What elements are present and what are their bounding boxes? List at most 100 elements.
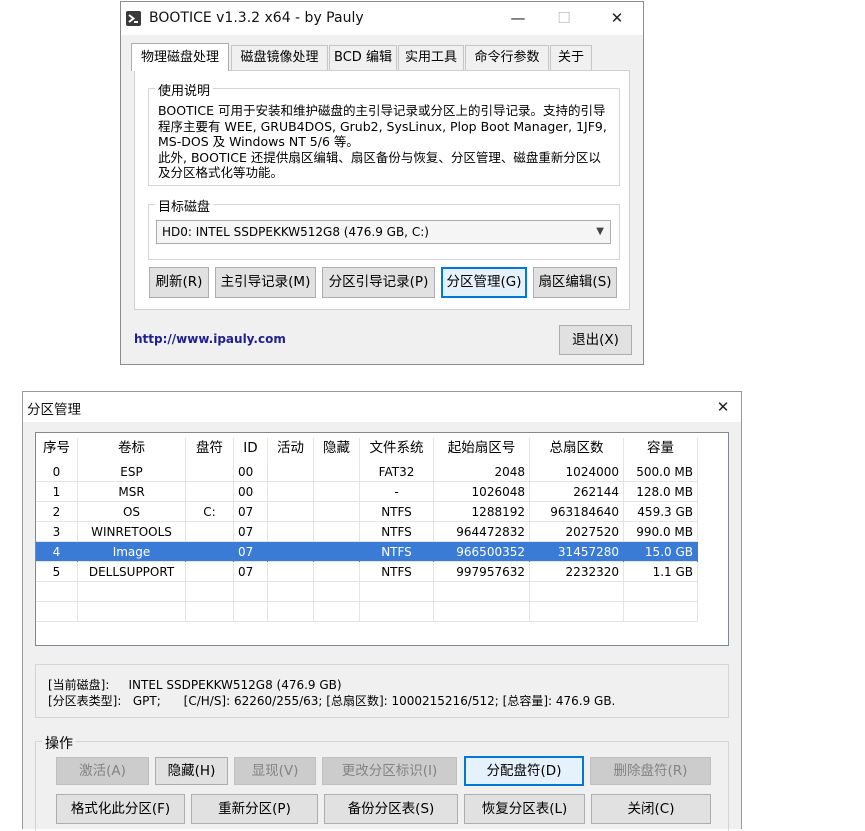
cell-label: ESP (78, 462, 186, 482)
cell-capacity: 15.0 GB (624, 542, 698, 562)
activate-button: 激活(A) (56, 757, 149, 785)
title-bar[interactable]: BOOTICE v1.3.2 x64 - by Pauly — ☐ ✕ (121, 2, 643, 35)
pm-window-title: 分区管理 (27, 402, 81, 418)
table-row[interactable]: 1 MSR 00 -1026048 262144 128.0 MB (36, 482, 698, 502)
pm-close-icon[interactable]: ✕ (703, 392, 743, 422)
show-button: 显现(V) (234, 757, 316, 785)
target-disk-title: 目标磁盘 (155, 196, 214, 215)
cell-letter (186, 522, 234, 542)
table-row[interactable]: 0 ESP 00 FAT32 2048 1024000 500.0 MB (36, 462, 698, 482)
sector-edit-button[interactable]: 扇区编辑(S) (533, 267, 617, 298)
col-id[interactable]: ID (234, 438, 268, 462)
current-disk-info: [当前磁盘]: INTEL SSDPEKKW512G8 (476.9 GB) (48, 678, 342, 692)
remove-letter-button: 删除盘符(R) (590, 757, 711, 785)
close-dialog-button[interactable]: 关闭(C) (591, 794, 711, 824)
window-title: BOOTICE v1.3.2 x64 - by Pauly (149, 10, 364, 26)
cell-label (78, 602, 186, 622)
cell-label: OS (78, 502, 186, 522)
tab-utilities[interactable]: 实用工具 (398, 45, 464, 70)
cell-start-sector: 1026048 (434, 482, 530, 502)
cell-label: MSR (78, 482, 186, 502)
hide-button[interactable]: 隐藏(H) (155, 757, 228, 785)
col-letter[interactable]: 盘符 (186, 438, 234, 462)
cell-total-sectors: 262144 (530, 482, 624, 502)
cell-label: DELLSUPPORT (78, 562, 186, 582)
col-filesystem[interactable]: 文件系统 (360, 438, 434, 462)
partition-manage-button[interactable]: 分区管理(G) (441, 267, 527, 298)
cell-total-sectors: 2232320 (530, 562, 624, 582)
cell-letter (186, 482, 234, 502)
cell-total-sectors (530, 582, 624, 602)
cell-filesystem: NTFS (360, 502, 434, 522)
cell-hidden (314, 562, 360, 582)
backup-table-button[interactable]: 备份分区表(S) (324, 794, 458, 824)
pm-title-bar[interactable]: 分区管理 ✕ (23, 392, 741, 422)
cell-hidden (314, 462, 360, 482)
cell-label: WINRETOOLS (78, 522, 186, 542)
col-hidden[interactable]: 隐藏 (314, 438, 360, 462)
cell-index (36, 602, 78, 622)
cell-id (234, 582, 268, 602)
table-row[interactable]: 5 DELLSUPPORT 07 NTFS 997957632 2232320 1.1 GB (36, 562, 698, 582)
cell-capacity: 500.0 MB (624, 462, 698, 482)
minimize-button[interactable]: — (495, 2, 541, 35)
cell-id (234, 602, 268, 622)
cell-start-sector (434, 582, 530, 602)
bootice-window: BOOTICE v1.3.2 x64 - by Pauly — ☐ ✕ 物理磁盘… (120, 1, 644, 365)
exit-button[interactable]: 退出(X) (559, 325, 632, 355)
cell-active (268, 482, 314, 502)
cell-index: 4 (36, 542, 78, 562)
cell-start-sector: 1288192 (434, 502, 530, 522)
usage-group: 使用说明 BOOTICE 可用于安装和维护磁盘的主引导记录或分区上的引导记录。支… (148, 80, 620, 186)
cell-start-sector (434, 602, 530, 622)
table-row (36, 602, 698, 622)
target-disk-value: HD0: INTEL SSDPEKKW512G8 (476.9 GB, C:) (162, 225, 429, 239)
cell-id: 07 (234, 542, 268, 562)
cell-letter (186, 562, 234, 582)
cell-filesystem: NTFS (360, 542, 434, 562)
cell-index: 2 (36, 502, 78, 522)
tab-disk-image[interactable]: 磁盘镜像处理 (231, 45, 328, 70)
cell-letter (186, 582, 234, 602)
col-label[interactable]: 卷标 (78, 438, 186, 462)
operations-title: 操作 (42, 733, 76, 753)
restore-table-button[interactable]: 恢复分区表(L) (464, 794, 585, 824)
target-disk-select[interactable]: HD0: INTEL SSDPEKKW512G8 (476.9 GB, C:) … (156, 220, 611, 244)
website-link[interactable]: http://www.ipauly.com (134, 332, 286, 346)
cell-filesystem (360, 602, 434, 622)
partition-table-info: [分区表类型]: GPT; [C/H/S]: 62260/255/63; [总扇… (48, 694, 616, 708)
cell-start-sector: 964472832 (434, 522, 530, 542)
cell-start-sector: 997957632 (434, 562, 530, 582)
col-start-sector[interactable]: 起始扇区号 (434, 438, 530, 462)
col-index[interactable]: 序号 (36, 438, 78, 462)
col-active[interactable]: 活动 (268, 438, 314, 462)
close-button[interactable]: ✕ (594, 2, 640, 35)
format-button[interactable]: 格式化此分区(F) (56, 794, 185, 824)
cell-id: 07 (234, 522, 268, 542)
cell-start-sector: 966500352 (434, 542, 530, 562)
repartition-button[interactable]: 重新分区(P) (191, 794, 318, 824)
cell-active (268, 502, 314, 522)
table-row[interactable]: 2 OS C: 07 NTFS 1288192 963184640 459.3 GB (36, 502, 698, 522)
assign-letter-button[interactable]: 分配盘符(D) (464, 756, 584, 786)
cell-active (268, 542, 314, 562)
target-disk-group: 目标磁盘 HD0: INTEL SSDPEKKW512G8 (476.9 GB,… (148, 196, 620, 260)
mbr-button[interactable]: 主引导记录(M) (215, 267, 316, 298)
cell-hidden (314, 522, 360, 542)
tab-about[interactable]: 关于 (550, 45, 592, 70)
col-total-sectors[interactable]: 总扇区数 (530, 438, 624, 462)
pbr-button[interactable]: 分区引导记录(P) (322, 267, 435, 298)
cell-capacity: 990.0 MB (624, 522, 698, 542)
refresh-button[interactable]: 刷新(R) (149, 267, 209, 298)
table-row[interactable]: 4 Image 07 NTFS 966500352 31457280 15.0 GB (36, 542, 698, 562)
tab-bcd-edit[interactable]: BCD 编辑 (329, 45, 397, 70)
cell-total-sectors: 1024000 (530, 462, 624, 482)
cell-active (268, 582, 314, 602)
partition-list[interactable]: 序号 卷标 盘符 ID 活动 隐藏 文件系统 起始扇区号 总扇区数 容量 0 ES… (35, 432, 729, 646)
change-id-button: 更改分区标识(I) (322, 757, 457, 785)
col-capacity[interactable]: 容量 (624, 438, 698, 462)
tab-physical-disk[interactable]: 物理磁盘处理 (131, 43, 229, 71)
table-row[interactable]: 3 WINRETOOLS 07 NTFS 964472832 2027520 990.0 M… (36, 522, 698, 542)
cell-letter (186, 542, 234, 562)
tab-cmdline[interactable]: 命令行参数 (465, 45, 549, 70)
